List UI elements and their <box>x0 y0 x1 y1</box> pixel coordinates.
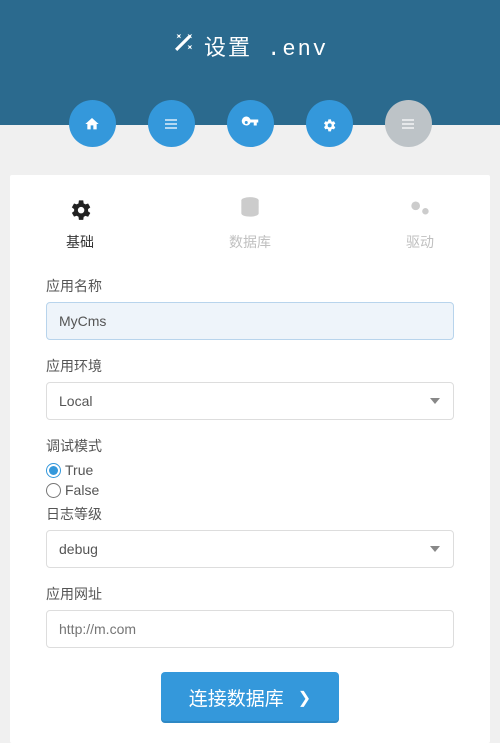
header-title-text: 设置 .env <box>204 30 328 62</box>
appurl-input[interactable] <box>46 610 454 648</box>
loglevel-label: 日志等级 <box>46 504 454 524</box>
nav-list[interactable] <box>148 100 195 147</box>
nav-home[interactable] <box>69 100 116 147</box>
tab-database-label: 数据库 <box>229 232 271 252</box>
form-group-appenv: 应用环境 Local <box>46 356 454 420</box>
wand-icon <box>172 32 194 61</box>
appurl-label: 应用网址 <box>46 584 454 604</box>
header-title: 设置 .env <box>0 0 500 62</box>
database-icon <box>229 195 271 228</box>
connect-database-button[interactable]: 连接数据库 ❯ <box>161 672 339 723</box>
form-group-loglevel: 日志等级 debug <box>46 504 454 568</box>
debug-false-label: False <box>65 482 99 498</box>
tab-database[interactable]: 数据库 <box>229 195 271 252</box>
appenv-label: 应用环境 <box>46 356 454 376</box>
nav-lines <box>385 100 432 147</box>
form-group-debug: 调试模式 True False <box>46 436 454 498</box>
nav-key[interactable] <box>227 100 274 147</box>
debug-true-item[interactable]: True <box>46 462 454 478</box>
card: 基础 数据库 驱动 应用名称 应用环境 Local 调试模式 True <box>10 175 490 743</box>
tab-driver-label: 驱动 <box>406 232 434 252</box>
nav-circles <box>0 100 500 147</box>
debug-true-label: True <box>65 462 93 478</box>
tab-basic-label: 基础 <box>66 232 94 252</box>
chevron-right-icon: ❯ <box>298 688 311 708</box>
debug-false-radio[interactable] <box>46 483 61 498</box>
debug-false-item[interactable]: False <box>46 482 454 498</box>
gear-icon <box>66 195 94 228</box>
tabs: 基础 数据库 驱动 <box>46 195 454 276</box>
tab-driver[interactable]: 驱动 <box>406 195 434 252</box>
nav-gear[interactable] <box>306 100 353 147</box>
form-group-appurl: 应用网址 <box>46 584 454 648</box>
appname-label: 应用名称 <box>46 276 454 296</box>
appenv-select[interactable]: Local <box>46 382 454 420</box>
connect-database-label: 连接数据库 <box>189 684 284 711</box>
form-group-appname: 应用名称 <box>46 276 454 340</box>
debug-true-radio[interactable] <box>46 463 61 478</box>
debug-label: 调试模式 <box>46 436 454 456</box>
gears-icon <box>406 195 434 228</box>
appname-input[interactable] <box>46 302 454 340</box>
loglevel-select[interactable]: debug <box>46 530 454 568</box>
tab-basic[interactable]: 基础 <box>66 195 94 252</box>
